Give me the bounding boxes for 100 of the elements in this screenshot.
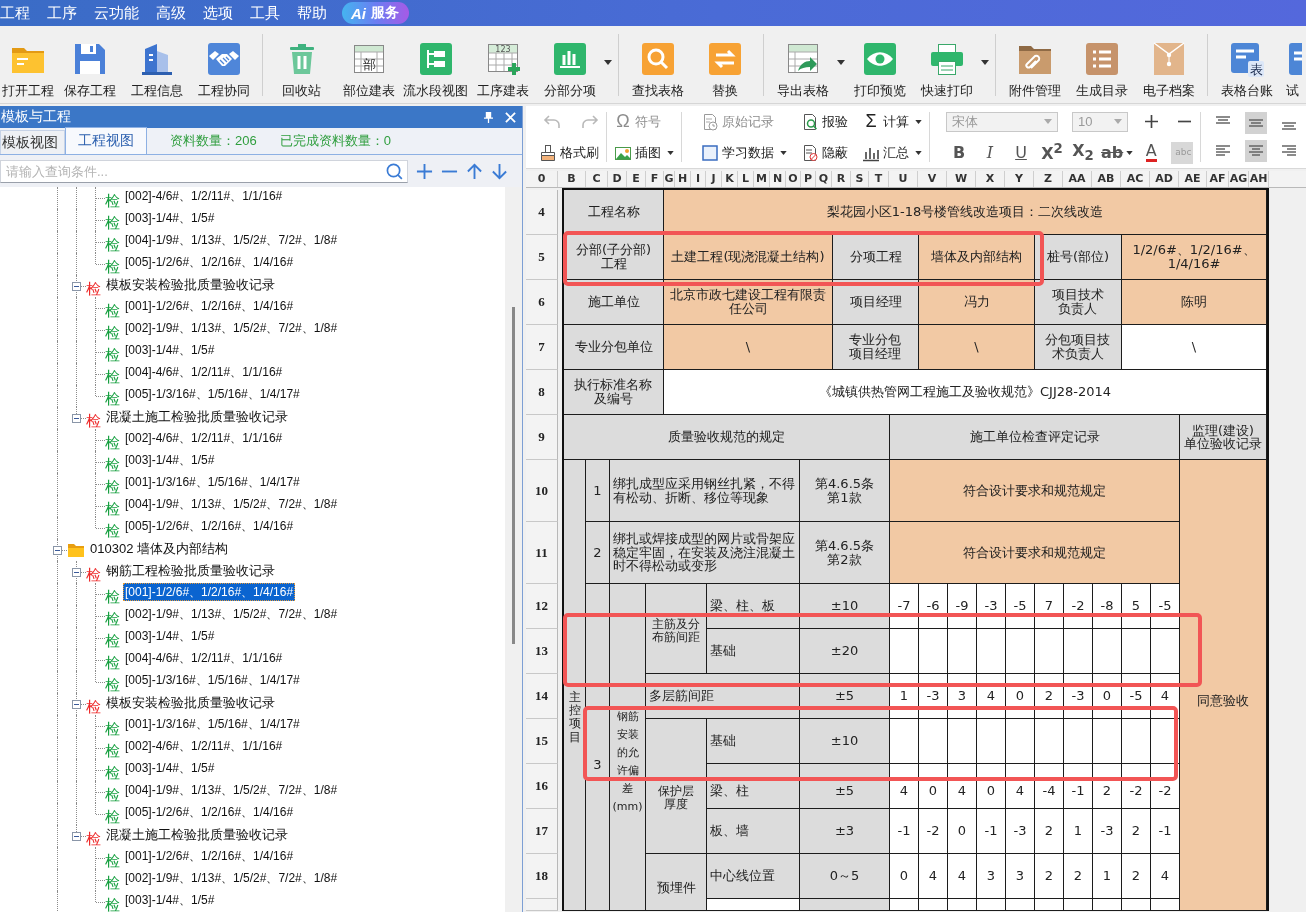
align-middle-icon[interactable] bbox=[1245, 112, 1267, 134]
underline-button[interactable]: U bbox=[1008, 140, 1034, 165]
bold-button[interactable]: B bbox=[946, 140, 972, 165]
toolbar-button[interactable]: 部 部位建表 bbox=[335, 26, 402, 103]
input-cell[interactable] bbox=[948, 719, 977, 764]
tree-item[interactable]: [004]-4/6#、1/2/11#、1/1/16# bbox=[123, 363, 285, 381]
subscript-button[interactable]: X$_{2}$ bbox=[1070, 140, 1096, 165]
tree-item[interactable]: [003]-1/4#、1/5# bbox=[123, 627, 217, 645]
input-cell[interactable] bbox=[1122, 899, 1151, 911]
input-cell[interactable] bbox=[977, 719, 1006, 764]
menu-item[interactable]: 工程 bbox=[0, 3, 30, 23]
strikethrough-button[interactable]: ab bbox=[1101, 140, 1134, 165]
collapse-icon[interactable] bbox=[72, 832, 81, 841]
tree-item[interactable]: [004]-1/9#、1/13#、1/5/2#、7/2#、1/8# bbox=[123, 231, 340, 249]
tree-item[interactable]: [003]-1/4#、1/5# bbox=[123, 341, 217, 359]
caret-icon[interactable] bbox=[981, 60, 989, 65]
tree-item[interactable]: [005]-1/3/16#、1/5/16#、1/4/17# bbox=[123, 385, 302, 403]
tree-item[interactable]: [005]-1/2/6#、1/2/16#、1/4/16# bbox=[123, 803, 296, 821]
tree-item[interactable]: [002]-1/9#、1/13#、1/5/2#、7/2#、1/8# bbox=[123, 605, 340, 623]
tree-item[interactable]: [002]-4/6#、1/2/11#、1/1/16# bbox=[123, 429, 285, 447]
insert-image-button[interactable]: 插图 bbox=[614, 143, 674, 162]
tree-item[interactable]: [005]-1/2/6#、1/2/16#、1/4/16# bbox=[123, 517, 296, 535]
caret-icon[interactable] bbox=[780, 150, 787, 155]
caret-icon[interactable] bbox=[915, 150, 922, 155]
tree-item[interactable]: 混凝土施工检验批质量验收记录 bbox=[104, 826, 290, 844]
toolbar-button[interactable]: 导出表格 bbox=[769, 26, 836, 103]
input-cell[interactable] bbox=[890, 719, 919, 764]
input-cell[interactable] bbox=[1035, 899, 1064, 911]
caret-icon[interactable] bbox=[837, 60, 845, 65]
caret-icon[interactable] bbox=[667, 150, 674, 155]
tab[interactable]: 工程视图 bbox=[65, 127, 147, 154]
tab[interactable]: 模板视图 bbox=[0, 130, 65, 154]
font-color-button[interactable]: A bbox=[1138, 140, 1165, 165]
toolbar-button[interactable]: 查找表格 bbox=[624, 26, 691, 103]
input-cell[interactable] bbox=[919, 899, 948, 911]
input-cell[interactable] bbox=[977, 629, 1006, 674]
tree-item[interactable]: 钢筋工程检验批质量验收记录 bbox=[104, 562, 277, 580]
toolbar-button[interactable]: 流水段视图 bbox=[402, 26, 469, 103]
summary-button[interactable]: 汇总 bbox=[862, 143, 922, 162]
add-icon[interactable] bbox=[416, 162, 433, 180]
search-field[interactable]: 请输入查询条件... bbox=[0, 159, 408, 183]
plus-icon[interactable] bbox=[1145, 115, 1158, 128]
concealed-button[interactable]: 隐蔽 bbox=[801, 143, 848, 162]
menu-item[interactable]: 工序 bbox=[47, 3, 77, 23]
align-center-icon[interactable] bbox=[1245, 140, 1267, 162]
toolbar-button[interactable]: 快速打印 bbox=[913, 26, 980, 103]
toolbar-button[interactable]: 打开工程 bbox=[0, 26, 56, 103]
toolbar-button[interactable]: 保存工程 bbox=[56, 26, 123, 103]
tree-item[interactable]: [004]-1/9#、1/13#、1/5/2#、7/2#、1/8# bbox=[123, 781, 340, 799]
input-cell[interactable] bbox=[1064, 719, 1093, 764]
tree-item[interactable]: [003]-1/4#、1/5# bbox=[123, 209, 217, 227]
tree-item[interactable]: [001]-1/3/16#、1/5/16#、1/4/17# bbox=[123, 715, 302, 733]
input-cell[interactable] bbox=[919, 719, 948, 764]
inspection-button[interactable]: 报验 bbox=[801, 112, 848, 131]
input-cell[interactable] bbox=[919, 629, 948, 674]
toolbar-button[interactable]: 表 表格台账 bbox=[1213, 26, 1280, 103]
scrollbar[interactable] bbox=[505, 187, 522, 912]
tree-item[interactable]: [003]-1/4#、1/5# bbox=[123, 451, 217, 469]
caret-icon[interactable] bbox=[915, 119, 922, 124]
input-cell[interactable] bbox=[1035, 629, 1064, 674]
input-cell[interactable] bbox=[948, 629, 977, 674]
tree-item[interactable]: 模板安装检验批质量验收记录 bbox=[104, 694, 277, 712]
input-cell[interactable] bbox=[1006, 629, 1035, 674]
toolbar-button[interactable]: 打印预览 bbox=[846, 26, 913, 103]
collapse-icon[interactable] bbox=[72, 700, 81, 709]
toolbar-button[interactable]: 替换 bbox=[691, 26, 758, 103]
input-cell[interactable] bbox=[1006, 899, 1035, 911]
tree-item[interactable]: [002]-1/9#、1/13#、1/5/2#、7/2#、1/8# bbox=[123, 869, 340, 887]
menu-item[interactable]: 云功能 bbox=[94, 3, 139, 23]
caret-icon[interactable] bbox=[1126, 150, 1134, 155]
toolbar-button[interactable]: 工程信息 bbox=[123, 26, 190, 103]
input-cell[interactable] bbox=[1093, 719, 1122, 764]
pin-icon[interactable] bbox=[484, 111, 493, 123]
ai-service-button[interactable]: Ai 服务 bbox=[342, 2, 409, 24]
tree-item[interactable]: [001]-1/2/6#、1/2/16#、1/4/16# bbox=[123, 583, 296, 601]
collapse-icon[interactable] bbox=[72, 282, 81, 291]
input-cell[interactable] bbox=[977, 899, 1006, 911]
toolbar-button[interactable]: 电子档案 bbox=[1135, 26, 1202, 103]
tree-item[interactable]: [004]-4/6#、1/2/11#、1/1/16# bbox=[123, 649, 285, 667]
input-cell[interactable] bbox=[1122, 719, 1151, 764]
up-arrow-icon[interactable] bbox=[466, 162, 483, 180]
menu-item[interactable]: 帮助 bbox=[297, 3, 327, 23]
format-painter-button[interactable]: 格式刷 bbox=[539, 143, 599, 162]
tree-item[interactable]: [005]-1/3/16#、1/5/16#、1/4/17# bbox=[123, 671, 302, 689]
toolbar-button[interactable]: 附件管理 bbox=[1001, 26, 1068, 103]
input-cell[interactable] bbox=[1035, 719, 1064, 764]
collapse-icon[interactable] bbox=[72, 568, 81, 577]
caret-icon[interactable] bbox=[604, 60, 612, 65]
tree-item[interactable]: [003]-1/4#、1/5# bbox=[123, 891, 217, 909]
tree-item[interactable]: [001]-1/2/6#、1/2/16#、1/4/16# bbox=[123, 847, 296, 865]
toolbar-button[interactable]: 回收站 bbox=[268, 26, 335, 103]
close-icon[interactable] bbox=[505, 111, 516, 123]
tree-item[interactable]: [001]-1/2/6#、1/2/16#、1/4/16# bbox=[123, 297, 296, 315]
toolbar-button[interactable]: 分部分项 bbox=[536, 26, 603, 103]
down-arrow-icon[interactable] bbox=[491, 162, 508, 180]
tree-item[interactable]: [002]-4/6#、1/2/11#、1/1/16# bbox=[123, 737, 285, 755]
calculate-button[interactable]: Σ 计算 bbox=[862, 111, 922, 132]
menu-item[interactable]: 选项 bbox=[203, 3, 233, 23]
italic-button[interactable]: I bbox=[977, 140, 1003, 165]
toolbar-button[interactable]: 工程协同 bbox=[190, 26, 257, 103]
